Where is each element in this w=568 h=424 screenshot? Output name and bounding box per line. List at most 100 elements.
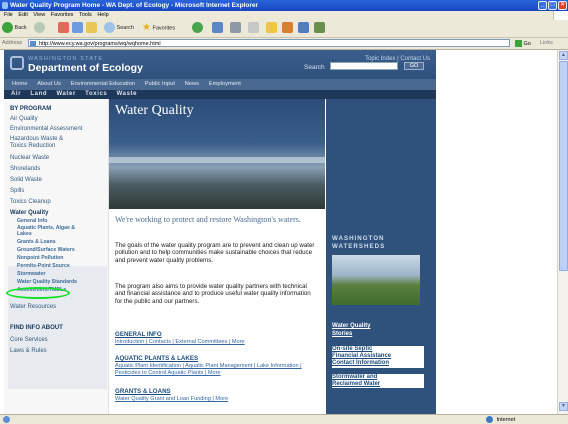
nav-news[interactable]: News (185, 81, 200, 87)
left-nav-air-quality[interactable]: Air Quality (10, 116, 38, 122)
messenger-button[interactable] (282, 22, 293, 34)
maximize-button[interactable]: □ (548, 1, 557, 10)
favorites-button[interactable]: ★ Favorites (142, 22, 175, 34)
go-button[interactable]: Go (515, 39, 531, 50)
site-search-go-button[interactable]: GO (404, 62, 424, 70)
search-button[interactable]: Search (104, 22, 134, 34)
tools-button[interactable] (314, 22, 325, 34)
left-nav-solid-waste[interactable]: Solid Waste (10, 177, 42, 183)
folder-icon (266, 22, 277, 34)
stories-line-2: Stories (332, 330, 353, 337)
left-nav-water-quality[interactable]: Water Quality (10, 210, 48, 216)
research-button[interactable] (298, 22, 309, 34)
refresh-button[interactable] (72, 22, 83, 34)
grants-loans-heading[interactable]: GRANTS & LOANS (115, 388, 171, 395)
print-button[interactable] (230, 22, 241, 34)
left-nav-core-services[interactable]: Core Services (10, 337, 48, 343)
stop-button[interactable] (58, 22, 69, 34)
address-input[interactable]: http://www.ecy.wa.gov/programs/wq/wqhome… (28, 39, 510, 47)
menu-file[interactable]: File (4, 12, 13, 18)
sub-lakes[interactable]: Lakes (17, 231, 32, 238)
history-icon (192, 22, 203, 34)
septic-line-2: Financial Assistance (332, 353, 392, 360)
watersheds-line-2: WATERSHEDS (332, 243, 386, 250)
left-nav-toxics-cleanup[interactable]: Toxics Cleanup (10, 199, 51, 205)
menu-bar: File Edit View Favorites Tools Help (0, 11, 568, 20)
mail-button[interactable] (212, 22, 223, 34)
print-icon (230, 22, 241, 34)
left-nav-spills[interactable]: Spills (10, 188, 24, 194)
tagline: We're working to protect and restore Was… (115, 215, 301, 224)
home-button[interactable] (86, 22, 97, 34)
menu-tools[interactable]: Tools (79, 12, 92, 18)
left-nav-environmental-assessment[interactable]: Environmental Assessment (10, 126, 82, 132)
grants-loans-links[interactable]: Water Quality Grant and Loan Funding | M… (115, 396, 325, 403)
left-nav-water-resources[interactable]: Water Resources (10, 304, 56, 310)
nav-employment[interactable]: Employment (209, 81, 241, 87)
sub-nonpoint-pollution[interactable]: Nonpoint Pollution (17, 255, 63, 262)
watersheds-title[interactable]: WASHINGTON WATERSHEDS (332, 235, 385, 251)
folder-button[interactable] (266, 22, 277, 34)
stormwater-link[interactable]: Stormwater and Reclaimed Water (332, 374, 424, 389)
sub-general-info[interactable]: General Info (17, 218, 47, 225)
nav-land[interactable]: Land (30, 91, 47, 97)
aquatic-plants-heading[interactable]: AQUATIC PLANTS & LAKES (115, 355, 198, 362)
scroll-up-icon[interactable]: ▲ (559, 51, 568, 60)
stories-line-1: Water Quality (332, 323, 371, 329)
nav-home[interactable]: Home (12, 81, 27, 87)
sub-grants-loans[interactable]: Grants & Loans (17, 239, 56, 246)
sub-water-quality-standards[interactable]: Water Quality Standards (17, 279, 77, 286)
sub-stormwater[interactable]: Stormwater (17, 271, 46, 278)
ecology-logo-icon (10, 56, 24, 70)
menu-help[interactable]: Help (97, 12, 108, 18)
general-info-links[interactable]: Introduction | Contacts | External Commi… (115, 339, 325, 346)
refresh-icon (72, 22, 83, 34)
sub-permits-point-source[interactable]: Permits-Point Source (17, 263, 70, 270)
storm-line-1: Stormwater and (332, 374, 378, 380)
menu-favorites[interactable]: Favorites (51, 12, 74, 18)
left-nav-nuclear-waste[interactable]: Nuclear Waste (10, 155, 49, 161)
edit-button[interactable] (248, 22, 259, 34)
sub-ground-surface-waters[interactable]: Ground/Surface Waters (17, 247, 75, 254)
aquatic-plants-links[interactable]: Aquatic Plant Identification | Aquatic P… (115, 363, 325, 377)
nav-about-us[interactable]: About Us (37, 81, 61, 87)
search-label: Search (304, 64, 325, 71)
internet-globe-icon (486, 416, 493, 424)
scroll-down-icon[interactable]: ▼ (559, 402, 568, 411)
favorites-label: Favorites (152, 25, 176, 32)
scroll-thumb[interactable] (559, 61, 568, 271)
close-button[interactable]: × (558, 1, 567, 10)
nav-public-input[interactable]: Public Input (145, 81, 175, 87)
nav-environmental-education[interactable]: Environmental Education (71, 81, 135, 87)
watershed-photo[interactable] (332, 255, 420, 305)
nav-waste[interactable]: Waste (117, 91, 137, 97)
left-nav-hazardous-waste[interactable]: Hazardous Waste & (10, 136, 63, 142)
program-paragraph: The program also aims to provide water q… (115, 283, 311, 305)
links-button[interactable]: Links (540, 38, 553, 49)
ecology-site: WASHINGTON STATE Department of Ecology T… (4, 50, 557, 414)
minimize-button[interactable]: _ (538, 1, 547, 10)
page-title: Water Quality (115, 103, 194, 118)
vertical-scrollbar[interactable]: ▲ ▼ (557, 50, 568, 414)
forward-button[interactable] (34, 22, 45, 34)
site-search-input[interactable] (330, 62, 398, 70)
nav-water[interactable]: Water (56, 91, 75, 97)
status-bar: Internet (0, 414, 568, 424)
nav-toxics[interactable]: Toxics (85, 91, 107, 97)
general-info-heading[interactable]: GENERAL INFO (115, 331, 162, 338)
back-button[interactable]: Back (2, 22, 27, 34)
search-label: Search (116, 25, 134, 31)
intro-paragraph: The goals of the water quality program a… (115, 242, 315, 264)
menu-view[interactable]: View (33, 12, 45, 18)
toolbar: Back Search ★ Favorites (0, 20, 568, 38)
left-nav-shorelands[interactable]: Shorelands (10, 166, 40, 172)
dept-name[interactable]: Department of Ecology (28, 62, 143, 74)
left-nav-toxics-reduction[interactable]: Toxics Reduction (10, 143, 55, 149)
left-nav-laws-rules[interactable]: Laws & Rules (10, 348, 47, 354)
nav-air[interactable]: Air (11, 91, 21, 97)
onsite-septic-link[interactable]: On-site Septic Financial Assistance Cont… (332, 346, 424, 368)
water-quality-stories-link[interactable]: Water Quality Stories (332, 323, 370, 338)
main-nav: Home About Us Environmental Education Pu… (4, 79, 436, 90)
history-button[interactable] (192, 22, 203, 34)
menu-edit[interactable]: Edit (18, 12, 27, 18)
